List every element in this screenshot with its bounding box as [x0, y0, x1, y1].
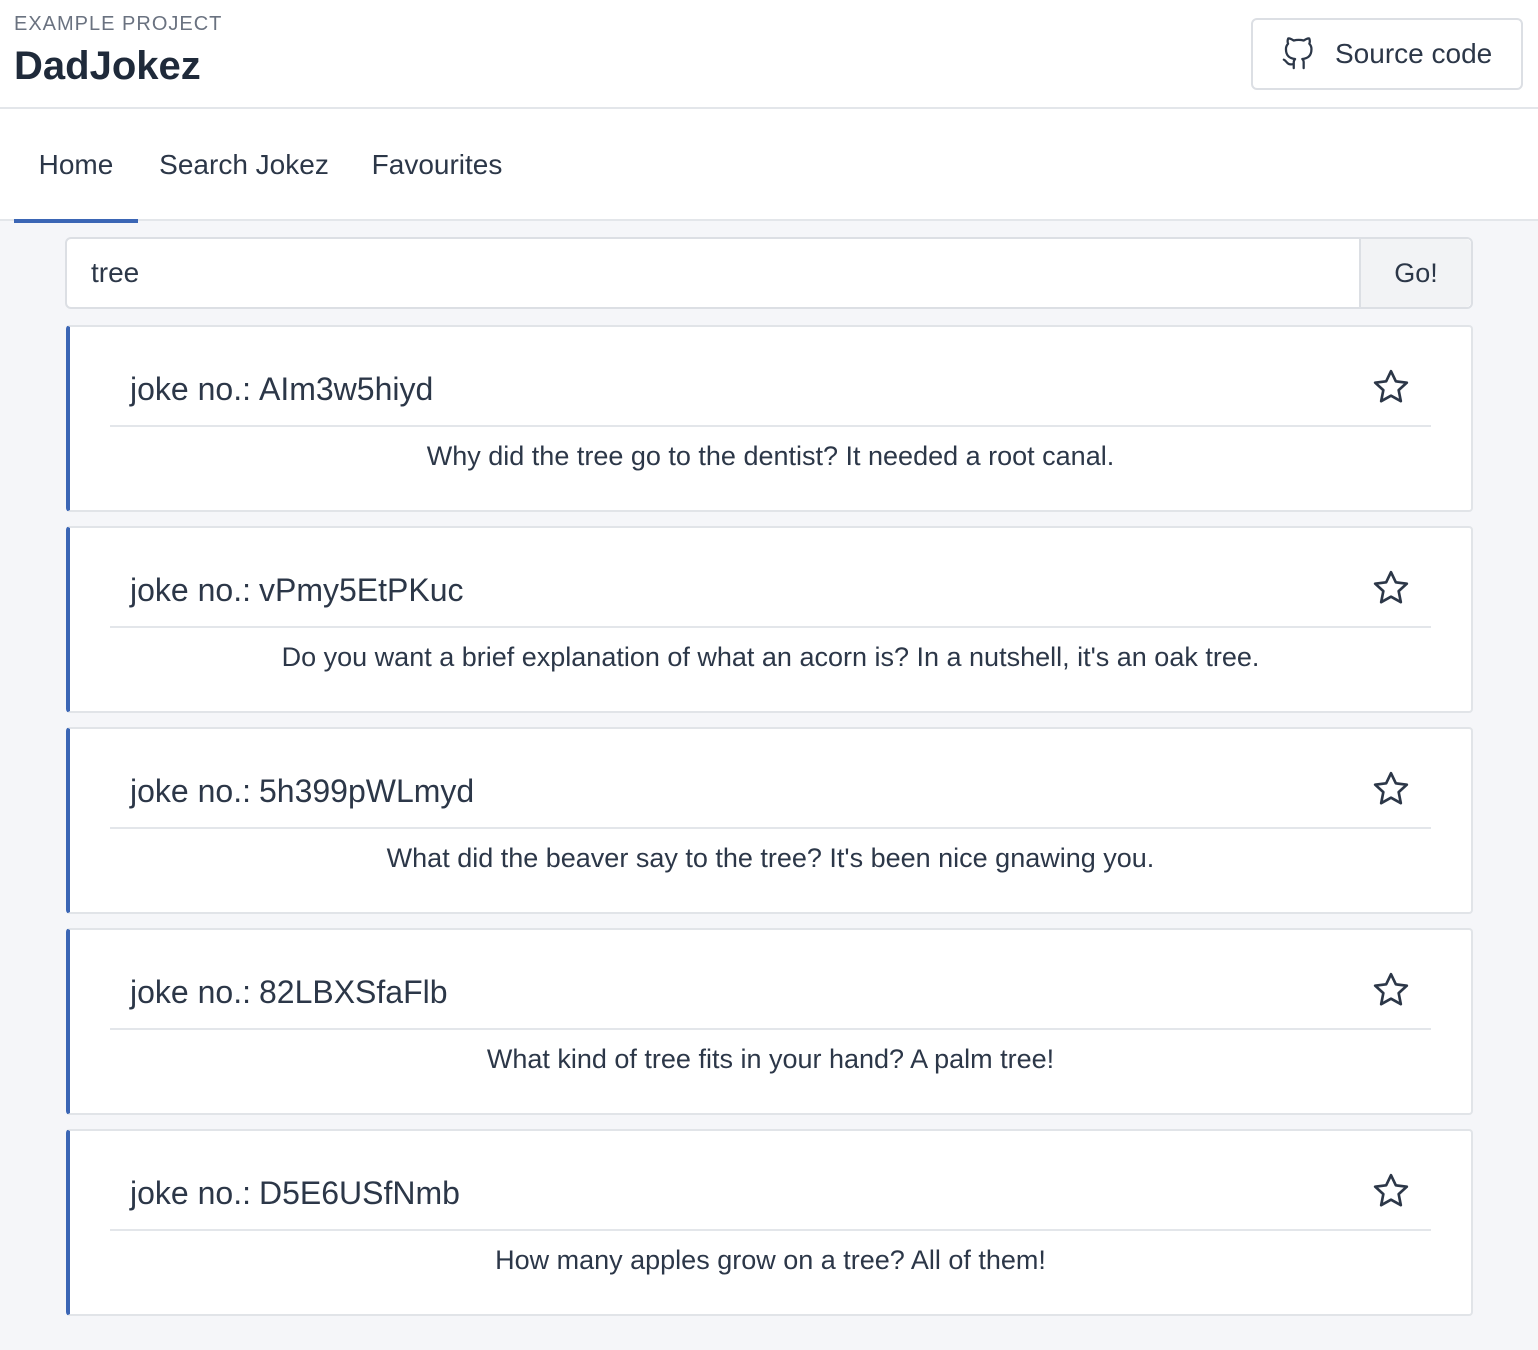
joke-id: 5h399pWLmyd [258, 773, 475, 809]
joke-text: Why did the tree go to the dentist? It n… [426, 441, 1115, 471]
source-code-label: Source code [1335, 38, 1493, 69]
joke-prefix: joke no.: [130, 371, 251, 407]
search-bar: Go! [65, 237, 1473, 309]
joke-card: joke no.: AIm3w5hiyd Why did the tree go … [66, 325, 1473, 512]
tab-bar: Home Search Jokez Favourites [0, 109, 1538, 223]
joke-card: joke no.: vPmy5EtPKuc Do you want a brief… [66, 526, 1473, 713]
joke-id: D5E6USfNmb [258, 1175, 460, 1211]
joke-card: joke no.: 5h399pWLmyd What did the beaver… [66, 727, 1473, 914]
header: EXAMPLE PROJECT DadJokez Source code [0, 0, 1538, 109]
joke-title: joke no.: 5h399pWLmyd [130, 773, 474, 810]
joke-prefix: joke no.: [130, 773, 251, 809]
joke-header: joke no.: AIm3w5hiyd [110, 327, 1431, 427]
joke-header: joke no.: vPmy5EtPKuc [110, 528, 1431, 628]
joke-id: vPmy5EtPKuc [258, 572, 464, 608]
joke-text: What did the beaver say to the tree? It'… [386, 843, 1155, 873]
source-code-button[interactable]: Source code [1251, 18, 1523, 90]
joke-title: joke no.: AIm3w5hiyd [130, 371, 433, 408]
joke-header: joke no.: 82LBXSfaFlb [110, 930, 1431, 1030]
joke-text: What kind of tree fits in your hand? A p… [486, 1044, 1055, 1074]
joke-title: joke no.: vPmy5EtPKuc [130, 572, 463, 609]
tab-home[interactable]: Home [14, 109, 138, 223]
joke-title: joke no.: 82LBXSfaFlb [130, 974, 448, 1011]
tab-favourites[interactable]: Favourites [358, 109, 516, 221]
go-button[interactable]: Go! [1359, 239, 1471, 307]
joke-text: How many apples grow on a tree? All of t… [495, 1245, 1046, 1275]
joke-title: joke no.: D5E6USfNmb [130, 1175, 460, 1212]
joke-header: joke no.: 5h399pWLmyd [110, 729, 1431, 829]
joke-card: joke no.: D5E6USfNmb How many apples grow… [66, 1129, 1473, 1316]
star-icon[interactable] [1371, 769, 1411, 809]
joke-card: joke no.: 82LBXSfaFlb What kind of tree f… [66, 928, 1473, 1115]
joke-header: joke no.: D5E6USfNmb [110, 1131, 1431, 1231]
joke-prefix: joke no.: [130, 572, 251, 608]
search-input[interactable] [67, 239, 1359, 307]
joke-prefix: joke no.: [130, 1175, 251, 1211]
joke-id: AIm3w5hiyd [258, 371, 434, 407]
joke-id: 82LBXSfaFlb [258, 974, 448, 1010]
star-icon[interactable] [1371, 1171, 1411, 1211]
joke-list: joke no.: AIm3w5hiyd Why did the tree go … [66, 325, 1473, 1330]
tab-search-jokez[interactable]: Search Jokez [150, 109, 338, 221]
star-icon[interactable] [1371, 568, 1411, 608]
joke-prefix: joke no.: [130, 974, 251, 1010]
star-icon[interactable] [1371, 970, 1411, 1010]
project-eyebrow: EXAMPLE PROJECT [14, 13, 223, 35]
star-icon[interactable] [1371, 367, 1411, 407]
joke-text: Do you want a brief explanation of what … [281, 642, 1260, 672]
github-icon [1281, 37, 1315, 71]
app-title: DadJokez [14, 44, 201, 88]
